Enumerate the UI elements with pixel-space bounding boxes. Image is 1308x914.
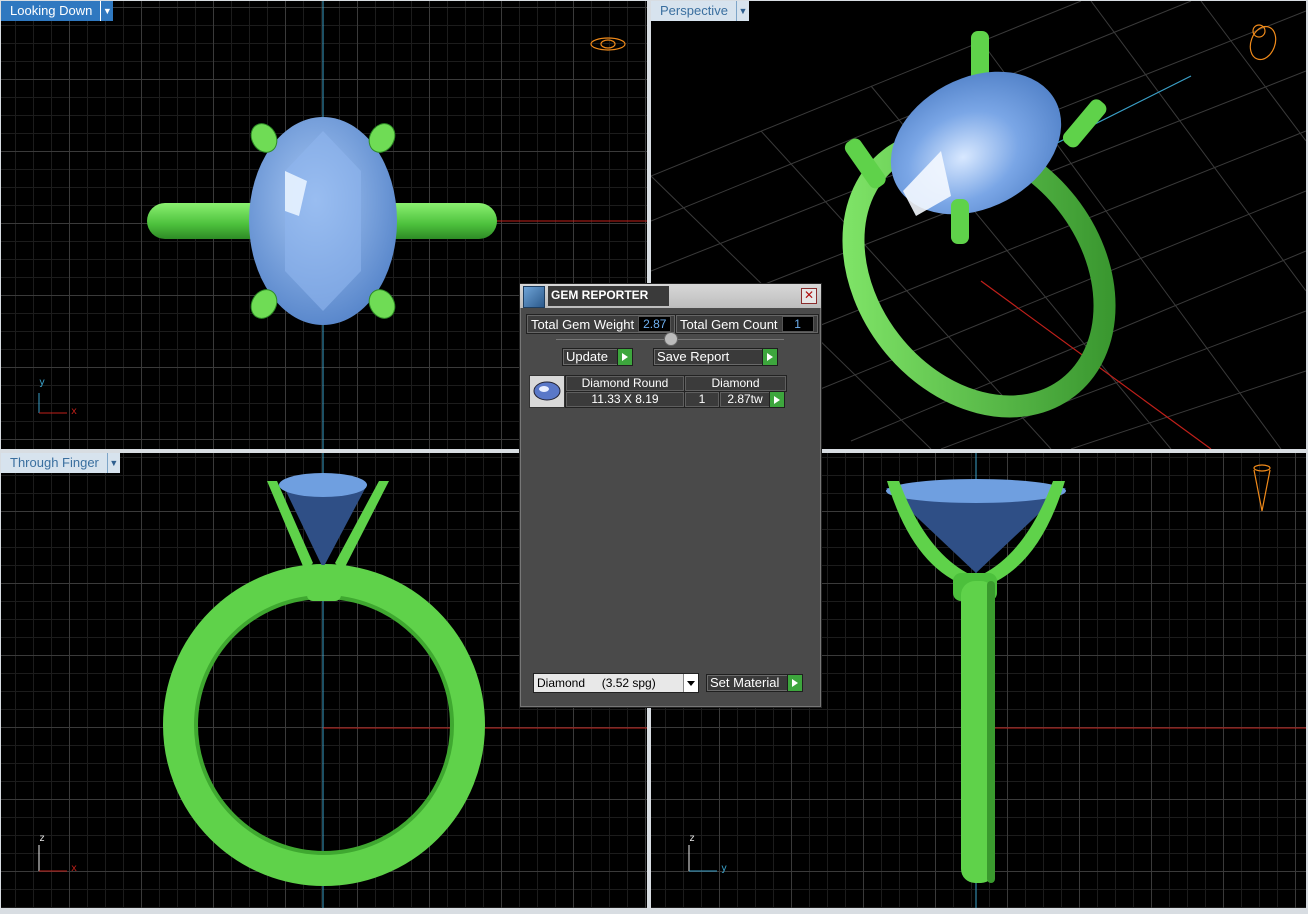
save-report-button[interactable]: Save Report — [653, 348, 778, 366]
dialog-title: GEM REPORTER — [548, 286, 669, 306]
total-gem-count: Total Gem Count 1 — [675, 314, 819, 334]
gem-reporter-dialog[interactable]: GEM REPORTER ✕ Total Gem Weight 2.87 Tot… — [519, 283, 822, 708]
set-material-button[interactable]: Set Material — [706, 674, 803, 692]
play-arrow-icon[interactable] — [762, 349, 777, 365]
total-gem-weight: Total Gem Weight 2.87 — [526, 314, 677, 334]
gallery — [307, 565, 341, 601]
dropdown-arrow-icon[interactable]: ▼ — [106, 453, 120, 473]
view-cube-icon — [1249, 24, 1277, 61]
update-button-label: Update — [566, 349, 608, 364]
prong — [951, 199, 969, 244]
gem-size-cell: 11.33 X 8.19 — [565, 391, 685, 408]
dropdown-arrow-icon[interactable]: ▼ — [100, 1, 114, 21]
gem-thumbnail-icon[interactable] — [529, 375, 565, 408]
gem-material-header: Diamond — [684, 375, 787, 392]
total-gem-count-label: Total Gem Count — [680, 316, 778, 332]
axis-label-vertical: z — [39, 833, 46, 844]
close-icon[interactable]: ✕ — [801, 288, 817, 304]
play-arrow-icon[interactable] — [617, 349, 632, 365]
viewport-label-text: Perspective — [651, 1, 736, 21]
gem-shape-header: Diamond Round — [565, 375, 685, 392]
material-select[interactable]: Diamond (3.52 spg) — [533, 673, 699, 693]
dialog-slider-knob[interactable] — [664, 332, 678, 346]
gem-table: Diamond Round Diamond 11.33 X 8.19 1 2.8… — [529, 375, 787, 408]
view-cube-icon — [1253, 464, 1271, 512]
set-material-button-label: Set Material — [710, 675, 780, 690]
gem-crown — [886, 479, 1066, 503]
save-report-button-label: Save Report — [657, 349, 730, 364]
axis-label-vertical: y — [39, 377, 46, 388]
viewport-label-text: Looking Down — [1, 1, 101, 21]
gem-crown — [279, 473, 367, 497]
dropdown-arrow-icon[interactable]: ▼ — [735, 1, 749, 21]
gem-reporter-app-icon — [523, 286, 545, 308]
axis-label-horizontal: x — [71, 406, 78, 417]
gem-weight-cell: 2.87tw — [719, 391, 771, 408]
ring-band — [163, 564, 485, 886]
chevron-down-icon[interactable] — [683, 674, 698, 692]
play-arrow-icon[interactable] — [769, 392, 784, 407]
dialog-titlebar[interactable]: GEM REPORTER ✕ — [520, 284, 821, 308]
prong — [1062, 99, 1107, 148]
axis-label-vertical: z — [689, 833, 696, 844]
viewport-label-looking-down[interactable]: Looking Down ▼ — [1, 1, 114, 21]
update-button[interactable]: Update — [562, 348, 633, 366]
view-cube-icon — [590, 37, 626, 51]
axis-label-horizontal: y — [721, 863, 728, 874]
gem-list-area[interactable] — [529, 412, 815, 662]
total-gem-weight-label: Total Gem Weight — [531, 316, 635, 332]
viewport-label-perspective[interactable]: Perspective ▼ — [651, 1, 749, 21]
gem-row-go-button[interactable] — [769, 391, 785, 408]
play-arrow-icon[interactable] — [787, 675, 802, 691]
total-gem-weight-value: 2.87 — [638, 316, 672, 332]
material-select-value: Diamond (3.52 spg) — [537, 676, 656, 690]
total-gem-count-value: 1 — [781, 316, 814, 332]
axis-indicator — [38, 393, 67, 414]
axis-label-horizontal: x — [71, 863, 78, 874]
gem-count-cell: 1 — [684, 391, 720, 408]
viewport-label-through-finger[interactable]: Through Finger ▼ — [1, 453, 120, 473]
viewport-label-text: Through Finger — [1, 453, 107, 473]
